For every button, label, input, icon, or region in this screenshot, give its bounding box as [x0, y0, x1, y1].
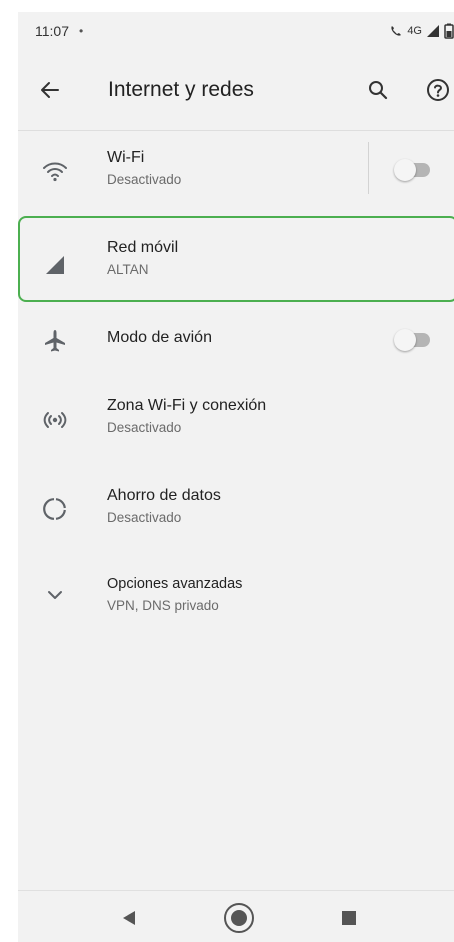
network-type-label: 4G	[407, 25, 422, 37]
selection-highlight	[18, 216, 454, 302]
page-title: Internet y redes	[108, 78, 254, 101]
status-icons: 4G	[389, 12, 454, 50]
nav-back-icon[interactable]	[116, 905, 142, 931]
data-saver-row[interactable]: Ahorro de datos Desactivado	[18, 474, 454, 546]
wifi-toggle[interactable]	[394, 159, 434, 181]
status-time: 11:07	[35, 23, 69, 39]
wifi-summary: Desactivado	[107, 172, 182, 187]
data-saver-icon	[40, 494, 70, 524]
app-bar-divider	[18, 130, 454, 131]
data-saver-summary: Desactivado	[107, 510, 182, 525]
hotspot-summary: Desactivado	[107, 420, 182, 435]
chevron-down-icon	[40, 580, 70, 610]
battery-icon	[444, 23, 454, 39]
help-icon[interactable]	[422, 74, 454, 106]
wifi-label: Wi-Fi	[107, 149, 145, 166]
signal-icon	[427, 25, 439, 37]
notification-dot: •	[79, 24, 84, 38]
wifi-icon	[40, 156, 70, 186]
arrow-back-icon[interactable]	[34, 74, 66, 106]
wifi-toggle-thumb	[394, 159, 416, 181]
search-icon[interactable]	[362, 74, 394, 106]
airplane-mode-row[interactable]: Modo de avión	[18, 312, 454, 368]
hotspot-row[interactable]: Zona Wi-Fi y conexión Desactivado	[18, 384, 454, 456]
volte-call-icon	[391, 26, 402, 36]
airplane-mode-toggle[interactable]	[394, 329, 434, 351]
airplane-icon	[40, 326, 70, 356]
wifi-setting-row[interactable]: Wi-Fi Desactivado	[18, 142, 454, 202]
hotspot-label: Zona Wi-Fi y conexión	[107, 397, 267, 414]
hotspot-icon	[40, 404, 70, 434]
settings-screen: 11:07 • 4G Internet y redes Wi-Fi Desact…	[18, 12, 454, 942]
advanced-options-row[interactable]: Opciones avanzadas VPN, DNS privado	[18, 564, 454, 630]
airplane-mode-label: Modo de avión	[107, 329, 212, 346]
nav-home-icon[interactable]	[222, 901, 256, 935]
nav-recents-icon[interactable]	[338, 907, 360, 929]
airplane-toggle-thumb	[394, 329, 416, 351]
system-navigation-bar	[18, 890, 454, 942]
data-saver-label: Ahorro de datos	[107, 487, 221, 504]
advanced-options-summary: VPN, DNS privado	[107, 598, 219, 613]
advanced-options-label: Opciones avanzadas	[107, 576, 243, 592]
app-bar: Internet y redes	[18, 50, 454, 130]
wifi-toggle-separator	[368, 142, 369, 194]
status-bar: 11:07 • 4G	[18, 12, 454, 50]
